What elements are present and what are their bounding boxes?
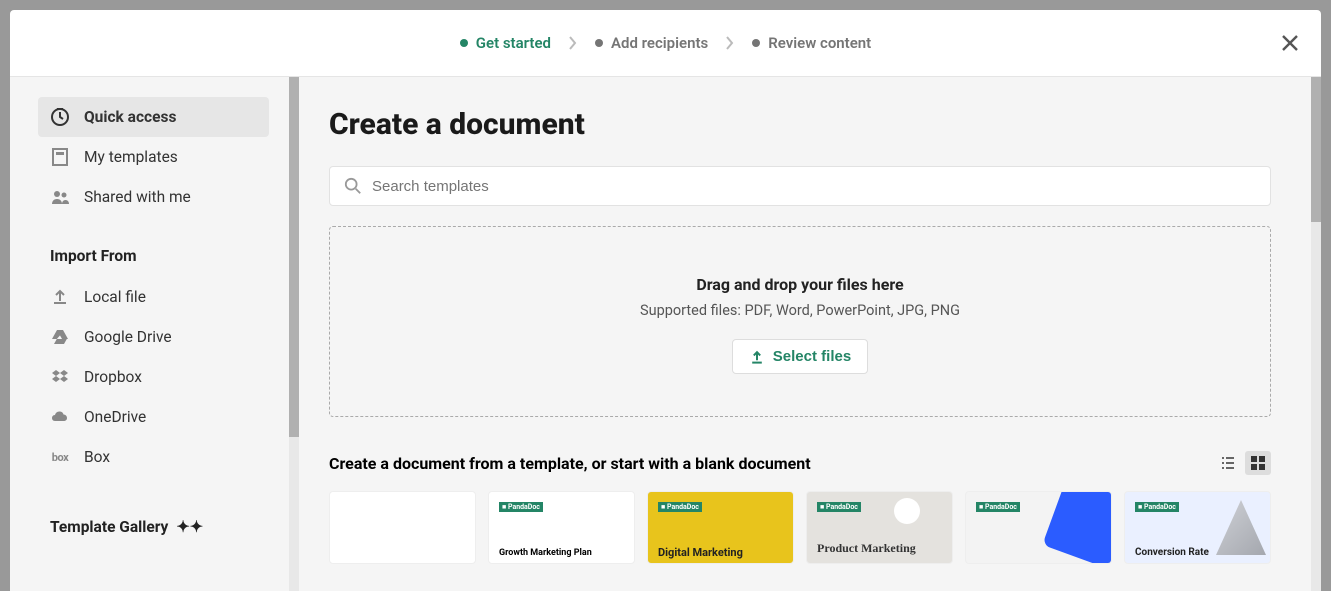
pandadoc-badge: ■ PandaDoc — [1135, 502, 1179, 512]
search-icon — [344, 177, 362, 195]
close-button[interactable] — [1281, 34, 1299, 52]
clock-icon — [50, 107, 70, 127]
google-drive-icon — [50, 327, 70, 347]
sparkle-icon: ✦✦ — [176, 517, 203, 536]
template-title: Digital Marketing — [658, 546, 783, 559]
chevron-right-icon — [569, 36, 577, 50]
sidebar-item-label: Local file — [84, 288, 146, 306]
sidebar-item-onedrive[interactable]: OneDrive — [38, 397, 269, 437]
sidebar-item-label: OneDrive — [84, 408, 146, 426]
dropzone-title: Drag and drop your files here — [330, 275, 1270, 294]
box-icon: box — [50, 447, 70, 467]
select-files-button[interactable]: Select files — [732, 339, 868, 374]
sidebar-item-label: Box — [84, 448, 110, 466]
chevron-right-icon — [726, 36, 734, 50]
pandadoc-badge: ■ PandaDoc — [817, 502, 861, 512]
main-content: Create a document Drag and drop your fil… — [299, 77, 1311, 591]
step-add-recipients[interactable]: Add recipients — [595, 34, 708, 52]
step-label: Add recipients — [611, 34, 708, 52]
sidebar-item-shared-with-me[interactable]: Shared with me — [38, 177, 269, 217]
pandadoc-badge: ■ PandaDoc — [976, 502, 1020, 512]
list-view-button[interactable] — [1215, 451, 1241, 475]
template-title: Product Marketing — [817, 541, 942, 555]
sidebar-item-label: Shared with me — [84, 188, 191, 206]
sidebar-item-local-file[interactable]: Local file — [38, 277, 269, 317]
templates-row: ■ PandaDoc Growth Marketing Plan ■ Panda… — [329, 491, 1271, 564]
pandadoc-badge: ■ PandaDoc — [499, 502, 543, 512]
sidebar-item-label: Google Drive — [84, 328, 172, 346]
pandadoc-badge: ■ PandaDoc — [658, 502, 702, 512]
people-icon — [50, 187, 70, 207]
templates-section-header: Create a document from a template, or st… — [329, 451, 1271, 475]
dropbox-icon — [50, 367, 70, 387]
sidebar-item-label: Quick access — [84, 108, 176, 126]
upload-icon — [50, 287, 70, 307]
template-title: Conversion Rate — [1135, 547, 1260, 559]
step-review-content[interactable]: Review content — [752, 34, 871, 52]
sidebar-item-google-drive[interactable]: Google Drive — [38, 317, 269, 357]
template-blank[interactable] — [329, 491, 476, 564]
grid-view-button[interactable] — [1245, 451, 1271, 475]
template-card[interactable]: ■ PandaDoc Digital Marketing — [647, 491, 794, 564]
template-card[interactable]: ■ PandaDoc Conversion Rate — [1124, 491, 1271, 564]
onedrive-icon — [50, 407, 70, 427]
dropzone-subtitle: Supported files: PDF, Word, PowerPoint, … — [330, 302, 1270, 319]
step-get-started[interactable]: Get started — [460, 34, 551, 52]
stepper-bar: Get started Add recipients Review conten… — [10, 10, 1321, 77]
step-label: Get started — [476, 34, 551, 52]
page-title: Create a document — [329, 107, 1271, 142]
sidebar-scrollbar[interactable] — [289, 77, 299, 591]
sidebar: Quick access My templates Shared with me… — [10, 77, 289, 591]
import-from-header: Import From — [50, 247, 289, 265]
sidebar-item-label: My templates — [84, 148, 178, 166]
sidebar-item-box[interactable]: box Box — [38, 437, 269, 477]
file-dropzone[interactable]: Drag and drop your files here Supported … — [329, 226, 1271, 417]
template-card[interactable]: ■ PandaDoc Growth Marketing Plan — [488, 491, 635, 564]
list-icon — [1220, 455, 1236, 471]
sidebar-item-dropbox[interactable]: Dropbox — [38, 357, 269, 397]
grid-icon — [1250, 455, 1266, 471]
search-input[interactable] — [372, 178, 1256, 195]
sidebar-item-quick-access[interactable]: Quick access — [38, 97, 269, 137]
sidebar-item-label: Dropbox — [84, 368, 142, 386]
upload-icon — [749, 349, 765, 365]
template-title: Growth Marketing Plan — [499, 548, 624, 559]
template-icon — [50, 147, 70, 167]
template-gallery-header[interactable]: Template Gallery ✦✦ — [50, 517, 289, 536]
create-document-modal: Get started Add recipients Review conten… — [10, 10, 1321, 591]
step-label: Review content — [768, 34, 871, 52]
close-icon — [1281, 34, 1299, 52]
template-card[interactable]: ■ PandaDoc — [965, 491, 1112, 564]
search-box[interactable] — [329, 166, 1271, 206]
main-scrollbar[interactable] — [1311, 77, 1321, 591]
sidebar-item-my-templates[interactable]: My templates — [38, 137, 269, 177]
template-card[interactable]: ■ PandaDoc Product Marketing — [806, 491, 953, 564]
